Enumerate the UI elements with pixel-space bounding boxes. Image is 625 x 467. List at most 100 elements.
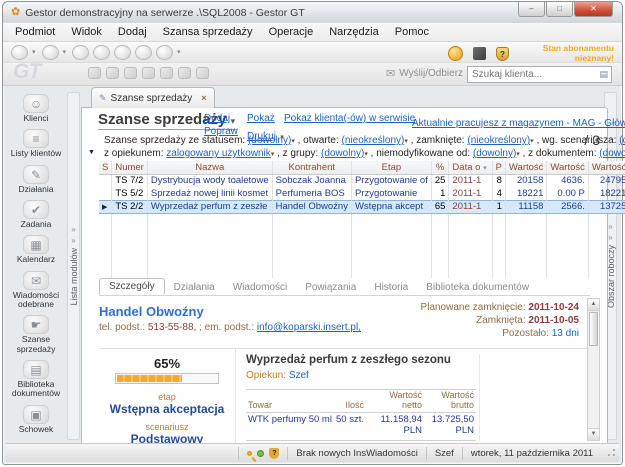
send-receive-button[interactable]: ✉ Wyślij/Odbierz ▾ — [386, 67, 473, 80]
tab-biblioteka-dokumentow[interactable]: Biblioteka dokumentów — [417, 280, 538, 295]
note-icon[interactable] — [114, 45, 131, 60]
close-tab-icon[interactable]: × — [201, 93, 206, 103]
sidebar-item-wiadomosci[interactable]: ✉ Wiadomości odebrane — [7, 271, 65, 310]
quick-icon-6[interactable] — [178, 67, 191, 79]
col-data[interactable]: Data o ▾ — [449, 161, 492, 174]
menu-item-pomoc[interactable]: Pomoc — [387, 25, 437, 39]
subscription-status: Stan abonamentu nieznany! — [519, 44, 614, 64]
chevron-down-icon[interactable]: ▾ — [63, 48, 67, 56]
col-numer[interactable]: Numer — [112, 161, 148, 174]
tab-historia[interactable]: Historia — [365, 280, 417, 295]
sidebar-item-kalendarz[interactable]: ▦ Kalendarz — [7, 235, 65, 264]
cube-icon[interactable] — [473, 47, 486, 60]
screen: ✿ Gestor demonstracyjny na serwerze .\SQ… — [0, 0, 625, 467]
stage-value: Wstępna akceptacja — [99, 402, 235, 416]
menu-item-szansa-sprzedazy[interactable]: Szansa sprzedaży — [155, 25, 261, 39]
sidebar-item-zadania[interactable]: ✔ Zadania — [7, 200, 65, 229]
cell-ilosc: 50 szt. — [334, 412, 366, 440]
col-kontrahent[interactable]: Kontrahent — [272, 161, 351, 174]
license-question-icon[interactable]: ? — [496, 47, 509, 61]
col-wartosc-3[interactable]: Wartość — [588, 161, 625, 174]
table-row[interactable]: TS 5/2 Sprzedaż nowej linii kosmet Perfu… — [99, 187, 625, 200]
filter-label: , z grupy: — [277, 148, 318, 159]
col-procent[interactable]: % — [431, 161, 449, 174]
search-icon[interactable]: ▤ — [599, 69, 611, 80]
gt-logo: GT — [13, 60, 40, 84]
help-icon[interactable]: ? — [269, 448, 279, 459]
sidebar-item-schowek[interactable]: ▣ Schowek — [7, 405, 65, 434]
menu-item-narzedzia[interactable]: Narzędzia — [321, 25, 387, 39]
open-icon[interactable] — [42, 45, 59, 60]
chevron-down-icon: ▾ — [271, 150, 275, 158]
quick-icon-5[interactable] — [160, 67, 173, 79]
sidebar-item-listy-klientow[interactable]: ≡ Listy klientów — [7, 129, 65, 158]
filter-group-dropdown[interactable]: (dowolny) — [321, 148, 364, 159]
title-bar[interactable]: ✿ Gestor demonstracyjny na serwerze .\SQ… — [3, 2, 622, 23]
owner-link[interactable]: Szef — [289, 370, 309, 381]
col-brutto: Wartość brutto — [424, 390, 476, 413]
tab-szczegoly[interactable]: Szczegóły — [99, 278, 165, 295]
report-icon[interactable] — [135, 45, 152, 60]
table-row[interactable]: TS 7/2 Dystrybucja wody toaletowe Sobcza… — [99, 174, 625, 187]
col-p[interactable]: P — [492, 161, 505, 174]
tab-szanse-sprzedazy[interactable]: ✎ Szanse sprzedaży × — [91, 87, 215, 108]
sidebar-item-dzialania[interactable]: ✎ Działania — [7, 165, 65, 194]
module-list-strip[interactable]: » » Lista modułów — [67, 92, 80, 440]
filter-unmodified-dropdown[interactable]: (dowolny) — [473, 148, 516, 159]
maximize-button[interactable]: □ — [546, 2, 573, 17]
cell-nazwa: Dystrybucja wody toaletowe — [147, 174, 272, 187]
detail-tabs: Szczegóły Działania Wiadomości Powiązani… — [99, 279, 590, 296]
archive-icon[interactable] — [156, 45, 173, 60]
chevron-down-icon[interactable]: ▾ — [32, 48, 36, 56]
quick-icon-7[interactable] — [196, 67, 209, 79]
table-row-selected[interactable]: ▶ TS 2/2 Wyprzedaż perfum z zeszłe Hande… — [99, 200, 625, 213]
col-nazwa[interactable]: Nazwa — [147, 161, 272, 174]
filter-owner-dropdown[interactable]: zalogowany użytkownik — [166, 148, 271, 159]
show-link[interactable]: Pokaż — [247, 113, 275, 124]
chevron-down-icon[interactable]: ▾ — [177, 48, 181, 56]
filter-open-dropdown[interactable]: (nieokreślony) — [342, 135, 405, 146]
scrollbar-thumb[interactable] — [589, 312, 598, 346]
scroll-up-icon[interactable]: ▲ — [588, 299, 599, 311]
search-input[interactable] — [468, 69, 599, 80]
filter-scenario-dropdown[interactable]: (dowolny) — [619, 135, 625, 146]
resize-grip[interactable] — [605, 447, 617, 459]
quick-icon-3[interactable] — [124, 67, 137, 79]
filter-document-dropdown[interactable]: (dowolny) — [599, 148, 625, 159]
quick-icon-2[interactable] — [106, 67, 119, 79]
sidebar-item-biblioteka[interactable]: ▤ Biblioteka dokumentów — [7, 360, 65, 399]
menu-item-dodaj[interactable]: Dodaj — [110, 25, 155, 39]
minimize-button[interactable]: – — [518, 2, 545, 17]
new-document-icon[interactable] — [11, 45, 28, 60]
show-client-link[interactable]: Pokaż klienta(-ów) w serwisie — [284, 113, 415, 124]
quick-icon-4[interactable] — [142, 67, 155, 79]
chevron-down-icon[interactable]: ▾ — [231, 116, 236, 126]
cell-wartosc-1: 18221 — [505, 187, 546, 200]
client-name[interactable]: Handel Obwoźny — [99, 304, 204, 319]
tab-wiadomosci[interactable]: Wiadomości — [224, 280, 296, 295]
filter-closed-dropdown[interactable]: (nieokreślony) — [467, 135, 530, 146]
menu-item-podmiot[interactable]: Podmiot — [7, 25, 63, 39]
col-wartosc-2[interactable]: Wartość — [547, 161, 588, 174]
col-etap[interactable]: Etap — [351, 161, 431, 174]
close-button[interactable]: ✕ — [574, 2, 613, 17]
toolbar-right-cluster: ? Stan abonamentu nieznany! — [448, 44, 614, 64]
sidebar-item-label: Kalendarz — [7, 255, 65, 264]
email-link[interactable]: info@koparski.insert.pl, — [257, 322, 361, 333]
opportunity-icon[interactable] — [72, 45, 89, 60]
quick-icon-1[interactable] — [88, 67, 101, 79]
filter-status-dropdown[interactable]: (dowolny) — [248, 135, 291, 146]
tab-dzialania[interactable]: Działania — [165, 280, 224, 295]
menu-item-operacje[interactable]: Operacje — [261, 25, 322, 39]
collapse-filters-icon[interactable]: ▼ — [88, 149, 95, 156]
menu-item-widok[interactable]: Widok — [63, 25, 110, 39]
tag-icon[interactable] — [93, 45, 110, 60]
add-link[interactable]: Dodaj — [204, 113, 230, 124]
coin-icon[interactable] — [448, 46, 463, 61]
warehouse-link[interactable]: Aktualnie pracujesz z magazynem - MAG - … — [412, 118, 625, 129]
col-wartosc-1[interactable]: Wartość — [505, 161, 546, 174]
col-s[interactable]: S — [99, 161, 112, 174]
tab-powiazania[interactable]: Powiązania — [296, 280, 365, 295]
sidebar-item-klienci[interactable]: ☺ Klienci — [7, 94, 65, 123]
sidebar-item-szanse-sprzedazy[interactable]: ☛ Szanse sprzedaży — [7, 315, 65, 354]
